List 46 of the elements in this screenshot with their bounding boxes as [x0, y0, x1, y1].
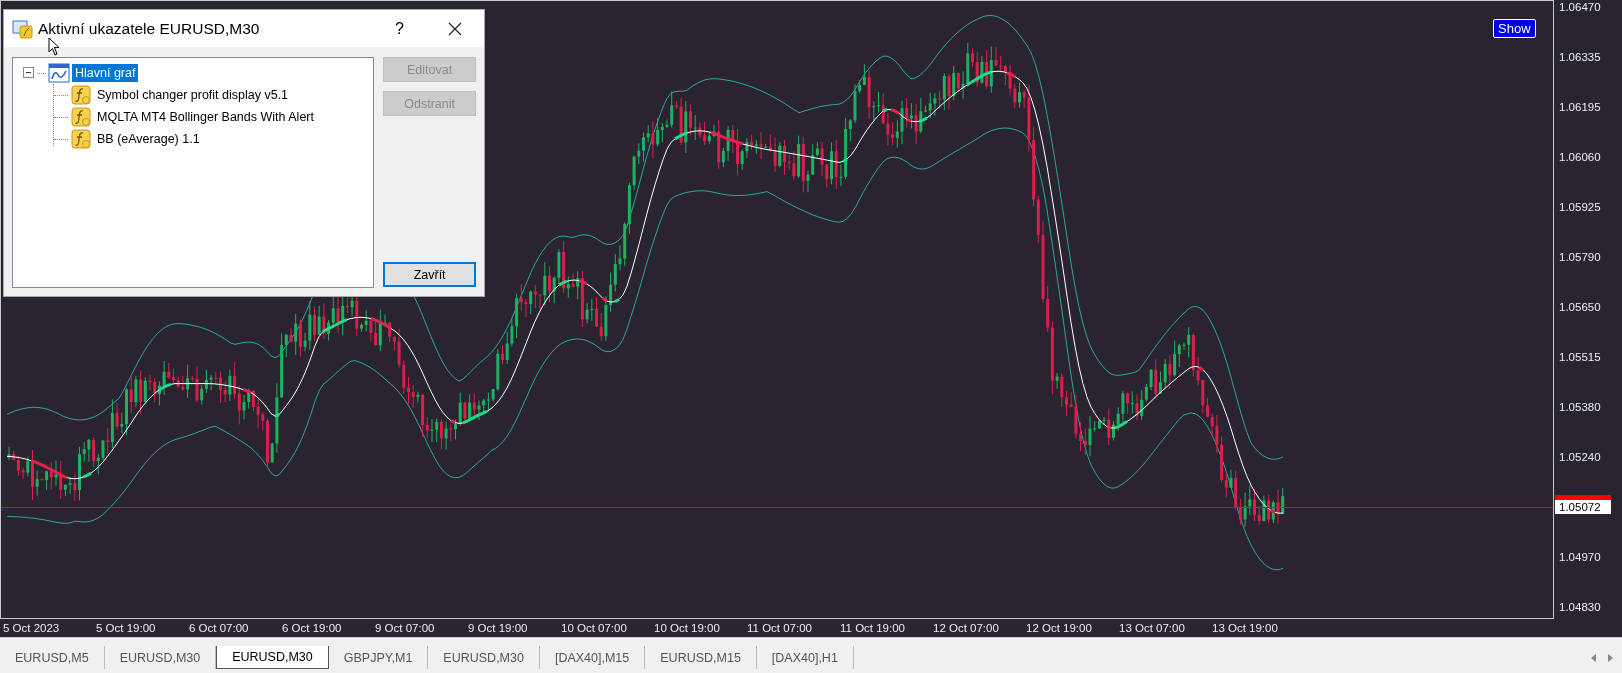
collapse-icon[interactable]	[23, 67, 35, 79]
close-icon[interactable]	[448, 21, 462, 36]
tree-item[interactable]: Symbol changer profit display v5.1	[94, 86, 292, 104]
function-icon	[71, 129, 91, 149]
show-button[interactable]: Show	[1493, 19, 1536, 38]
time-label: 12 Oct 19:00	[1026, 622, 1093, 634]
price-label: 1.05240	[1559, 450, 1602, 464]
current-price-label: 1.05072	[1555, 500, 1611, 514]
scroll-left-icon[interactable]	[1590, 653, 1598, 663]
price-label: 1.05515	[1559, 350, 1602, 364]
time-label: 10 Oct 07:00	[561, 622, 628, 634]
tree-item[interactable]: Hlavní graf	[72, 64, 139, 82]
price-label: 1.05650	[1559, 300, 1602, 314]
time-label: 6 Oct 19:00	[282, 622, 343, 634]
time-label: 6 Oct 07:00	[189, 622, 250, 634]
tree-item[interactable]: BB (eAverage) 1.1	[94, 130, 203, 148]
price-label: 1.06335	[1559, 50, 1602, 64]
time-label: 13 Oct 07:00	[1119, 622, 1186, 634]
price-label: 1.04830	[1559, 600, 1602, 614]
tree-item[interactable]: MQLTA MT4 Bollinger Bands With Alert	[94, 108, 317, 126]
time-label: 5 Oct 19:00	[96, 622, 157, 634]
time-label: 13 Oct 19:00	[1212, 622, 1279, 634]
dialog-title: Aktivní ukazatele EURUSD,M30	[38, 19, 261, 38]
price-label: 1.05925	[1559, 200, 1602, 214]
dialog-button[interactable]: Zavřít	[383, 262, 476, 287]
time-label: 11 Oct 19:00	[840, 622, 906, 634]
chart-tab[interactable]: EURUSD,M30	[216, 646, 329, 669]
function-icon	[71, 107, 91, 127]
ask-price-marker	[1555, 495, 1611, 500]
price-label: 1.05380	[1559, 400, 1602, 414]
indicators-icon	[12, 18, 34, 39]
time-label: 12 Oct 07:00	[933, 622, 1000, 634]
time-label: 5 Oct 2023	[3, 622, 61, 634]
price-label: 1.06060	[1559, 150, 1602, 164]
price-label: 1.05790	[1559, 250, 1602, 264]
chart-window-icon	[48, 63, 70, 83]
price-label: 1.06470	[1559, 0, 1602, 14]
function-icon	[71, 85, 91, 105]
help-button[interactable]: ?	[395, 19, 404, 38]
price-label: 1.06195	[1559, 100, 1602, 114]
scroll-right-icon[interactable]	[1606, 653, 1614, 663]
price-label: 1.04970	[1559, 550, 1602, 564]
time-label: 9 Oct 07:00	[375, 622, 436, 634]
time-label: 10 Oct 19:00	[654, 622, 721, 634]
time-label: 11 Oct 07:00	[747, 622, 813, 634]
time-label: 9 Oct 19:00	[468, 622, 529, 634]
